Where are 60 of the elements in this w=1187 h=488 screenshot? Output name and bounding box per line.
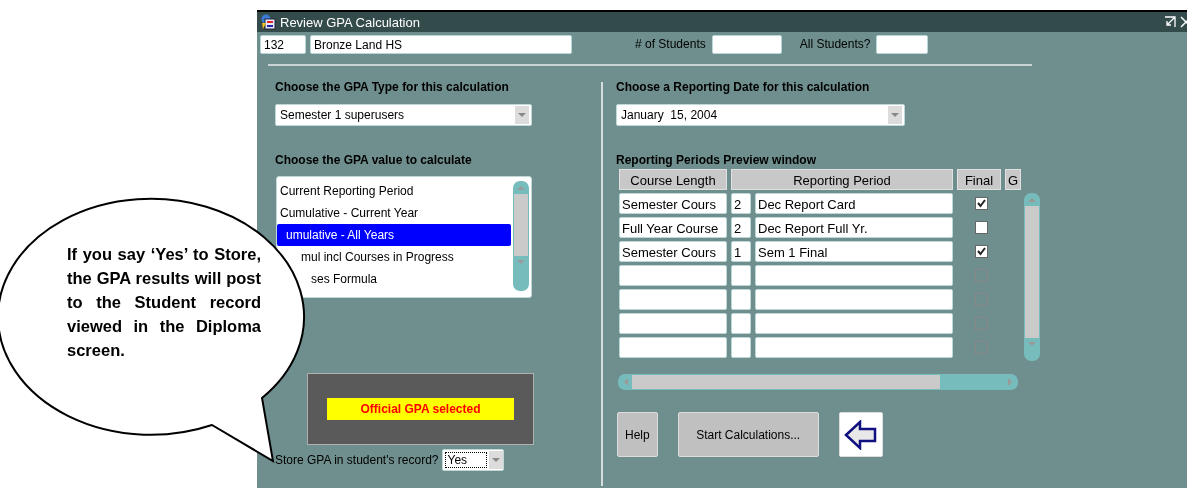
store-gpa-label: Store GPA in student's record? xyxy=(275,453,439,467)
table-cell[interactable]: 2 xyxy=(731,217,751,238)
table-cell[interactable] xyxy=(619,337,727,358)
column-header[interactable]: G xyxy=(1005,169,1021,190)
maximize-icon[interactable] xyxy=(1164,16,1176,28)
list-item[interactable]: Cumulative - Current Year xyxy=(277,202,511,224)
store-gpa-dropdown[interactable]: Yes xyxy=(441,449,504,471)
left-arrow-icon xyxy=(843,419,878,450)
table-cell[interactable] xyxy=(755,313,953,334)
table-cell[interactable] xyxy=(731,313,751,334)
table-cell[interactable]: Dec Report Full Yr. xyxy=(755,217,953,238)
gpa-type-dropdown[interactable]: Semester 1 superusers xyxy=(275,104,532,126)
list-item[interactable]: mul incl Courses in Progress xyxy=(301,246,511,268)
reporting-date-dropdown[interactable]: January 15, 2004 xyxy=(616,104,905,126)
table-cell[interactable] xyxy=(619,313,727,334)
checkbox[interactable] xyxy=(974,245,988,258)
table-cell[interactable] xyxy=(755,265,953,286)
list-item[interactable]: ses Formula xyxy=(311,268,511,290)
horizontal-scrollbar[interactable] xyxy=(618,374,1018,390)
column-header[interactable]: Course Length xyxy=(619,169,727,190)
app-icon xyxy=(260,14,276,30)
section-heading: Choose a Reporting Date for this calculation xyxy=(616,80,871,96)
table-cell[interactable]: Sem 1 Final xyxy=(755,241,953,262)
table-cell[interactable]: 2 xyxy=(731,193,751,214)
checkbox[interactable] xyxy=(974,197,988,210)
table-cell[interactable] xyxy=(731,265,751,286)
table-cell[interactable] xyxy=(731,337,751,358)
table-cell[interactable] xyxy=(619,265,727,286)
close-icon[interactable] xyxy=(1180,16,1187,28)
help-button[interactable]: Help xyxy=(617,412,658,457)
section-heading: Choose the GPA value to calculate xyxy=(275,153,473,169)
column-header[interactable]: Final xyxy=(957,169,1001,190)
all-students-label: All Students? xyxy=(799,37,871,51)
table-cell[interactable]: 1 xyxy=(731,241,751,262)
list-item[interactable]: Current Reporting Period xyxy=(277,180,511,202)
students-label: # of Students xyxy=(635,37,706,51)
section-heading: Choose the GPA Type for this calculation xyxy=(275,80,510,96)
table-cell[interactable]: Semester Cours xyxy=(619,193,727,214)
table-cell[interactable] xyxy=(731,289,751,310)
vertical-scrollbar[interactable] xyxy=(513,181,529,291)
column-header[interactable]: Reporting Period xyxy=(731,169,953,190)
list-item[interactable]: umulative - All Years xyxy=(277,224,511,246)
students-field[interactable] xyxy=(711,34,782,54)
table-cell[interactable] xyxy=(619,289,727,310)
school-name-field[interactable]: Bronze Land HS xyxy=(310,34,572,54)
callout-text: If you say ‘Yes’ to Store, the GPA results will post to the Student record viewed in the Diploma screen. xyxy=(67,244,261,361)
official-gpa-label: Official GPA selected xyxy=(327,398,514,420)
window-title: Review GPA Calculation xyxy=(280,14,420,30)
all-students-field[interactable] xyxy=(876,34,929,54)
back-button[interactable] xyxy=(838,412,883,457)
table-cell[interactable]: Full Year Course xyxy=(619,217,727,238)
checkbox[interactable] xyxy=(974,221,988,234)
section-heading: Reporting Periods Preview window xyxy=(616,153,818,169)
vertical-scrollbar[interactable] xyxy=(1024,193,1040,361)
table-cell[interactable] xyxy=(755,337,953,358)
table-cell[interactable]: Semester Cours xyxy=(619,241,727,262)
school-code-field[interactable]: 132 xyxy=(260,34,306,54)
table-cell[interactable] xyxy=(755,289,953,310)
table-cell[interactable]: Dec Report Card xyxy=(755,193,953,214)
start-calculations-button[interactable]: Start Calculations... xyxy=(677,412,819,457)
